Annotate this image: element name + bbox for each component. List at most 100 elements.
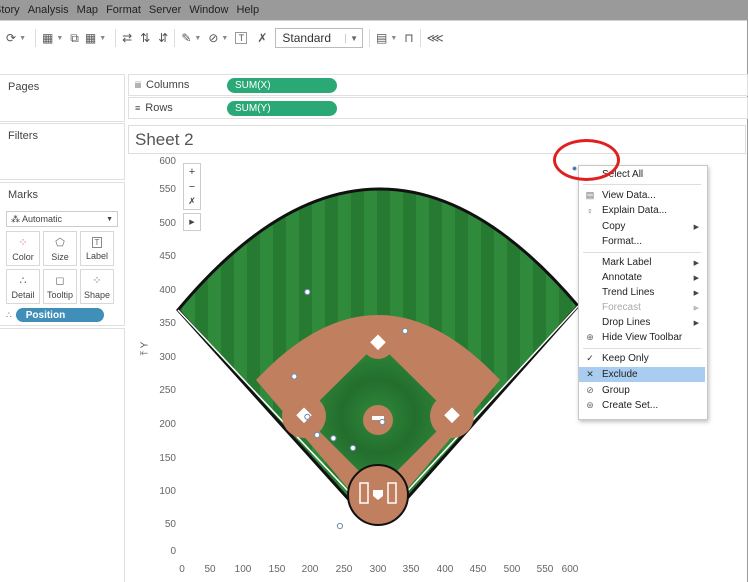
x-tick: 0 [179,564,185,575]
menu-create-set[interactable]: ⊛ Create Set... [579,398,705,413]
group-icon[interactable]: ⊘ [208,28,218,48]
shape-button[interactable]: ⁘ Shape [80,269,114,304]
columns-pill[interactable]: SUM(X) [227,77,337,93]
menu-window[interactable]: Window [185,4,232,16]
menu-analysis[interactable]: Analysis [24,4,73,16]
size-button[interactable]: ⬠ Size [43,231,77,266]
zoom-in-icon[interactable]: + [189,164,195,179]
color-icon: ⁘ [18,236,28,249]
detail-icon: ∴ [6,309,12,320]
paperclip-icon: ⊘ [586,385,594,395]
rows-pill[interactable]: SUM(Y) [227,100,337,116]
toolbar: ⟳ ▼ ▦ ▼ ⧉ ▦ ▼ ⇄ ⇅ ⇵ ✎ ▼ ⊘ ▼ T ✗ Standard ▼ ▤ ▼ … [6,25,748,51]
x-tick: 250 [335,564,353,575]
clear-sheet-icon[interactable]: ▦ [85,28,96,48]
marks-card: Marks ⁂ Automatic ▼ ⁘ Color ⬠ Size T Label … [0,182,125,326]
y-tick: 300 [159,352,176,363]
submenu-arrow-icon: ▶ [693,274,699,282]
expand-toolbar-icon[interactable]: ▶ [183,213,201,231]
y-tick: 200 [159,419,176,430]
share-icon[interactable]: ⋘ [427,28,444,48]
x-tick: 100 [234,564,252,575]
color-button[interactable]: ⁘ Color [6,231,40,266]
duplicate-sheet-icon[interactable]: ⧉ [70,28,79,48]
submenu-arrow-icon: ▶ [693,289,699,297]
check-icon: ✓ [586,353,594,363]
chevron-down-icon[interactable]: ▼ [390,28,397,48]
menu-group[interactable]: ⊘ Group [579,383,705,398]
x-tick: 600 [561,564,579,575]
menu-annotate[interactable]: Annotate ▶ [579,270,705,285]
chevron-down-icon[interactable]: ▼ [99,28,106,48]
fix-axes-icon[interactable]: ✗ [257,28,267,48]
menu-format[interactable]: Format [102,4,145,16]
detail-button[interactable]: ∴ Detail [6,269,40,304]
new-datasource-icon[interactable]: ▦ [42,28,53,48]
menu-explain-data[interactable]: ♀ Explain Data... [579,203,705,218]
menu-trend-lines[interactable]: Trend Lines ▶ [579,285,705,300]
position-field[interactable]: ∴ Position [6,308,118,322]
menu-map[interactable]: Map [73,4,102,16]
position-pill[interactable]: Position [15,308,104,322]
y-tick: 250 [159,385,176,396]
refresh-icon[interactable]: ⟳ [6,28,16,48]
sort-desc-icon[interactable]: ⇵ [158,28,168,48]
sheet-title[interactable]: Sheet 2 [128,125,746,154]
annotation-circle [553,139,620,181]
tooltip-button[interactable]: ◻ Tooltip [43,269,77,304]
menu-story[interactable]: Story [0,4,24,16]
chevron-down-icon[interactable]: ▼ [194,28,201,48]
highlight-icon[interactable]: ✎ [181,28,191,48]
columns-icon: iii [135,80,141,90]
x-tick: 500 [503,564,521,575]
table-icon: ▤ [585,190,595,200]
chevron-down-icon: ▼ [106,215,113,223]
x-tick: 50 [204,564,216,575]
filters-card: Filters [0,123,125,180]
menu-help[interactable]: Help [232,4,263,16]
menu-drop-lines[interactable]: Drop Lines ▶ [579,315,705,330]
pan-icon[interactable]: ✗ [188,194,196,209]
label-icon[interactable]: T [235,32,248,44]
x-icon: ✕ [586,369,594,379]
label-icon: T [91,236,103,248]
menu-format[interactable]: Format... [579,234,705,249]
mark-type-dropdown[interactable]: ⁂ Automatic ▼ [6,211,118,227]
submenu-arrow-icon: ▶ [693,319,699,327]
menu-copy[interactable]: Copy ▶ [579,219,705,234]
pages-title: Pages [8,81,40,93]
fit-dropdown[interactable]: Standard ▼ [275,28,364,48]
menu-keep-only[interactable]: ✓ Keep Only [579,351,705,366]
view-toolbar: + − ✗ [183,163,201,210]
chevron-down-icon[interactable]: ▼ [19,28,26,48]
y-tick: 50 [164,519,176,530]
x-tick: 550 [536,564,554,575]
label-button[interactable]: T Label [80,231,114,266]
chevron-down-icon[interactable]: ▼ [56,28,63,48]
show-cards-icon[interactable]: ▤ [376,28,387,48]
zoom-out-icon[interactable]: − [189,179,195,194]
y-axis-title: ⤒ Y [139,341,151,356]
menu-mark-label[interactable]: Mark Label ▶ [579,255,705,270]
y-tick: 350 [159,318,176,329]
menu-exclude[interactable]: ✕ Exclude [579,367,705,382]
presentation-icon[interactable]: ⊓ [404,28,413,48]
marks-buttons: ⁘ Color ⬠ Size T Label ∴ Detail ◻ Tooltip ⁘ Sh… [6,231,118,304]
menu-hide-view-toolbar[interactable]: ⊕ Hide View Toolbar [579,330,705,345]
submenu-arrow-icon: ▶ [693,259,699,267]
menu-bar: Story Analysis Map Format Server Window … [0,0,747,20]
y-tick: 500 [159,218,176,229]
rows-shelf[interactable]: ≡ Rows SUM(Y) [128,97,748,119]
menu-view-data[interactable]: ▤ View Data... [579,188,705,203]
chevron-down-icon[interactable]: ▼ [221,28,228,48]
swap-icon[interactable]: ⇄ [122,28,132,48]
y-tick: 150 [159,453,176,464]
sort-asc-icon[interactable]: ⇅ [140,28,150,48]
menu-server[interactable]: Server [145,4,185,16]
automatic-icon: ⁂ [11,213,23,224]
y-tick: 100 [159,486,176,497]
chevron-down-icon: ▼ [345,33,358,43]
columns-shelf[interactable]: iii Columns SUM(X) [128,74,748,96]
submenu-arrow-icon: ▶ [693,304,699,312]
lightbulb-icon: ♀ [586,205,594,216]
